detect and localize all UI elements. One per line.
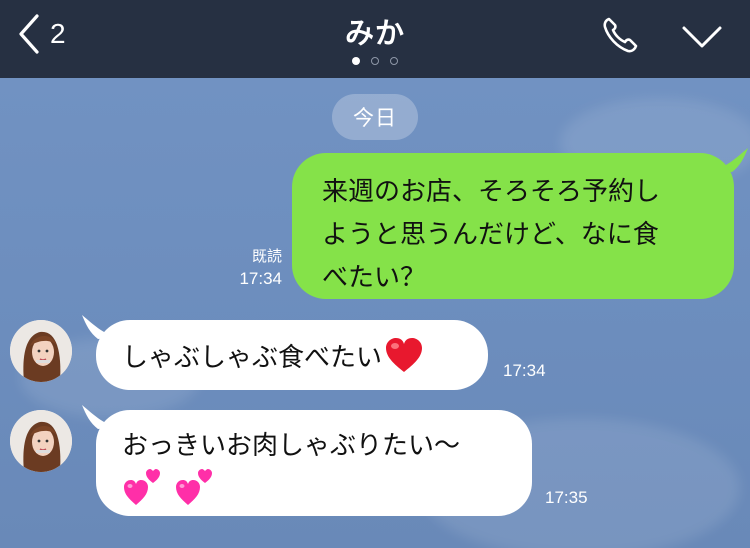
page-dot [352,57,360,65]
avatar-image [10,410,72,472]
avatar-image [10,320,72,382]
incoming-message-bubble[interactable]: おっきいお肉しゃぶりたい〜 [96,410,532,516]
page-dot [371,57,379,65]
phone-icon [603,17,638,53]
avatar[interactable] [10,320,72,382]
message-line: ようと思うんだけど、なに食 [322,220,659,250]
read-receipt: 既読 [251,248,282,265]
message-text: おっきいお肉しゃぶりたい〜 [122,431,461,461]
message-line: べたい？ [322,263,427,293]
message-text: しゃぶしゃぶ食べたい [122,342,383,373]
chevron-down-icon [682,26,722,48]
page-dot [390,57,398,65]
red-heart-emoji [386,338,423,372]
message-time: 17:34 [239,269,282,288]
outgoing-message-bubble[interactable]: 来週のお店、そろそろ予約し ようと思うんだけど、なに食 べたい？ [292,153,734,299]
message-time: 17:34 [503,361,546,380]
incoming-message-bubble[interactable]: しゃぶしゃぶ食べたい [96,320,488,390]
two-hearts-emoji [176,468,213,505]
message-time: 17:35 [545,488,588,507]
chat-header: 2 みか [0,0,750,78]
avatar[interactable] [10,410,72,472]
message-meta: 既読 17:34 [239,247,282,291]
two-hearts-emoji [124,468,160,505]
menu-toggle-button[interactable] [681,22,723,52]
page-indicator [0,57,750,65]
call-button[interactable] [600,15,640,55]
message-line: 来週のお店、そろそろ予約し [322,177,661,207]
emoji-row [122,466,532,506]
date-separator: 今日 [332,94,418,140]
